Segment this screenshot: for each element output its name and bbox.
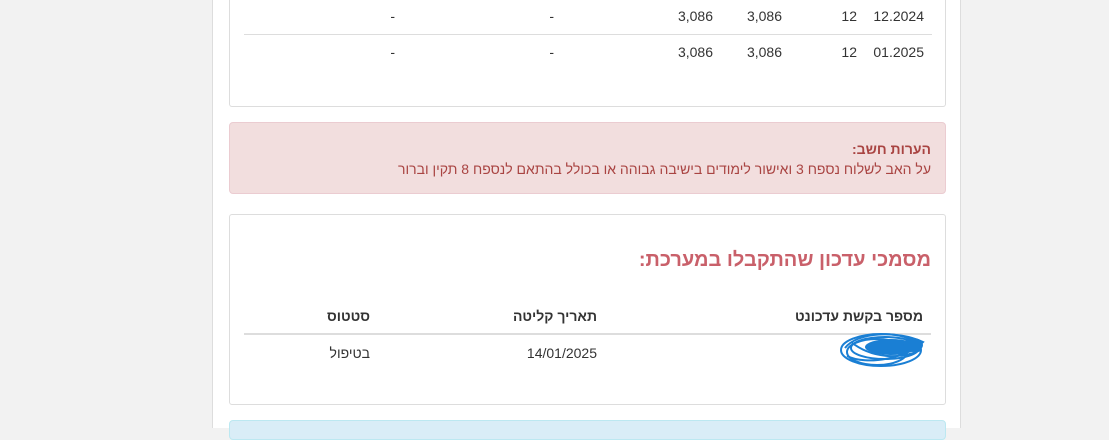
column-header-request-number: מספר בקשת עדכונט — [795, 308, 923, 324]
redacted-scribble-icon — [840, 333, 925, 367]
column-header-status: סטטוס — [326, 308, 370, 324]
row-months: 12 — [841, 8, 857, 24]
row-date: 12.2024 — [873, 8, 924, 24]
info-alert — [229, 420, 946, 440]
update-documents-panel: מסמכי עדכון שהתקבלו במערכת: מספר בקשת עד… — [229, 214, 946, 405]
table-row: 01.2025 12 3,086 3,086 - - — [244, 36, 932, 70]
row-date: 01.2025 — [873, 44, 924, 60]
row-col-d: - — [390, 8, 395, 24]
table-row: 12.2024 12 3,086 3,086 - - — [244, 0, 932, 35]
accountant-notes-alert: הערות חשב: על האב לשלוח נספח 3 ואישור לי… — [229, 122, 946, 194]
row-status: בטיפול — [329, 345, 370, 361]
row-amount-a: 3,086 — [746, 8, 782, 24]
section-title: מסמכי עדכון שהתקבלו במערכת: — [638, 249, 931, 271]
payments-panel: 12.2024 12 3,086 3,086 - - 01.2025 12 3,… — [229, 0, 946, 107]
page-container: 12.2024 12 3,086 3,086 - - 01.2025 12 3,… — [212, 0, 961, 440]
table-row: 14/01/2025 בטיפול — [244, 333, 931, 370]
row-col-d: - — [390, 44, 395, 60]
row-months: 12 — [841, 44, 857, 60]
column-header-received-date: תאריך קליטה — [512, 308, 597, 324]
row-amount-b: 3,086 — [677, 44, 713, 60]
row-amount-a: 3,086 — [746, 44, 782, 60]
row-amount-b: 3,086 — [677, 8, 713, 24]
row-col-c: - — [549, 44, 554, 60]
alert-title: הערות חשב: — [851, 141, 931, 157]
row-col-c: - — [549, 8, 554, 24]
row-received-date: 14/01/2025 — [526, 345, 597, 361]
table-header: מספר בקשת עדכונט תאריך קליטה סטטוס — [244, 301, 931, 335]
alert-body: על האב לשלוח נספח 3 ואישור לימודים בישיב… — [397, 161, 931, 177]
